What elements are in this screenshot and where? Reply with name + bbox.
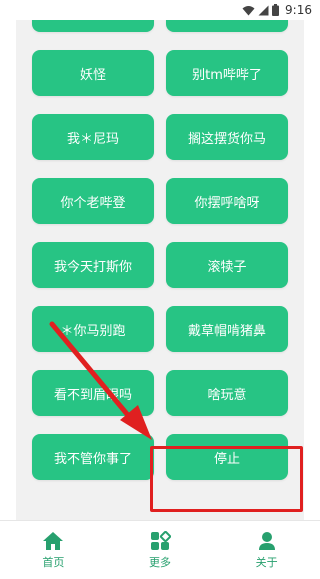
nav-label-more: 更多 [148, 555, 171, 569]
status-icons: 9:16 [242, 3, 312, 17]
annotation-highlight-box [150, 446, 303, 512]
sound-button-grid: 斯你马＊ 靠嫩马 妖怪 别tm哔哔了 我＊尼玛 搁这摆货你马 你个老哔登 你摆呼… [16, 0, 304, 480]
sound-button[interactable]: 戴草帽啃猪鼻 [166, 306, 288, 352]
sound-button[interactable]: 我＊尼玛 [32, 114, 154, 160]
bottom-nav: 首页 更多 关于 [0, 520, 320, 579]
nav-label-home: 首页 [42, 555, 65, 569]
battery-icon [272, 4, 280, 16]
nav-item-about[interactable]: 关于 [222, 531, 312, 570]
status-time: 9:16 [285, 3, 312, 17]
sound-button[interactable]: 你个老哔登 [32, 178, 154, 224]
sound-button[interactable]: ＊你马别跑 [32, 306, 154, 352]
sound-button[interactable]: 看不到眉眼吗 [32, 370, 154, 416]
more-icon [150, 530, 171, 550]
sound-button[interactable]: 滚犊子 [166, 242, 288, 288]
signal-icon [258, 5, 269, 15]
nav-item-home[interactable]: 首页 [8, 531, 98, 570]
status-bar: 9:16 [0, 0, 320, 20]
nav-label-about: 关于 [255, 555, 278, 569]
sound-button[interactable]: 我不管你事了 [32, 434, 154, 480]
sound-button[interactable]: 我今天打斯你 [32, 242, 154, 288]
about-icon [258, 531, 275, 550]
home-icon [43, 531, 64, 550]
nav-item-more[interactable]: 更多 [115, 530, 205, 570]
sound-button[interactable]: 别tm哔哔了 [166, 50, 288, 96]
button-panel: 斯你马＊ 靠嫩马 妖怪 别tm哔哔了 我＊尼玛 搁这摆货你马 你个老哔登 你摆呼… [16, 0, 304, 520]
sound-button[interactable]: 啥玩意 [166, 370, 288, 416]
wifi-icon [242, 5, 255, 15]
sound-button[interactable]: 妖怪 [32, 50, 154, 96]
sound-button[interactable]: 你摆呼啥呀 [166, 178, 288, 224]
sound-button[interactable]: 搁这摆货你马 [166, 114, 288, 160]
